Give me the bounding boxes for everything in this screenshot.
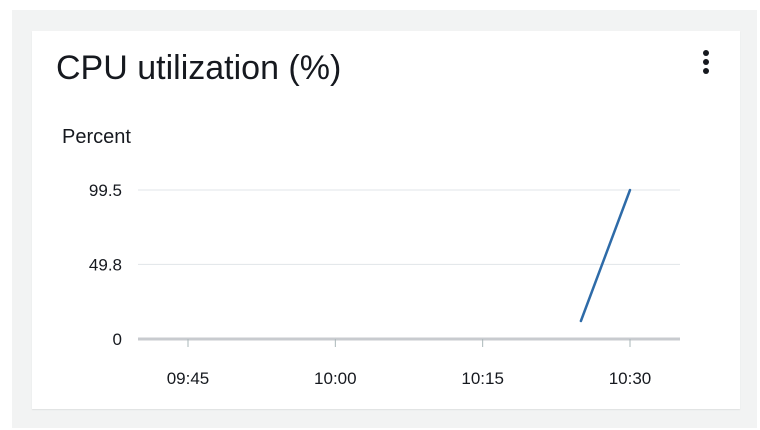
x-tick-label: 09:45	[167, 369, 210, 388]
x-tick-label: 10:00	[314, 369, 357, 388]
series-line	[579, 188, 632, 323]
y-tick-label: 49.8	[89, 255, 122, 274]
y-tick-label: 0	[113, 330, 122, 349]
x-tick-label: 10:15	[461, 369, 504, 388]
y-tick-label: 99.5	[89, 181, 122, 200]
cpu-utilization-chart: 0 49.8 99.5 09:45 10:00 10:15 10:30	[89, 181, 680, 388]
x-tick-label: 10:30	[609, 369, 652, 388]
